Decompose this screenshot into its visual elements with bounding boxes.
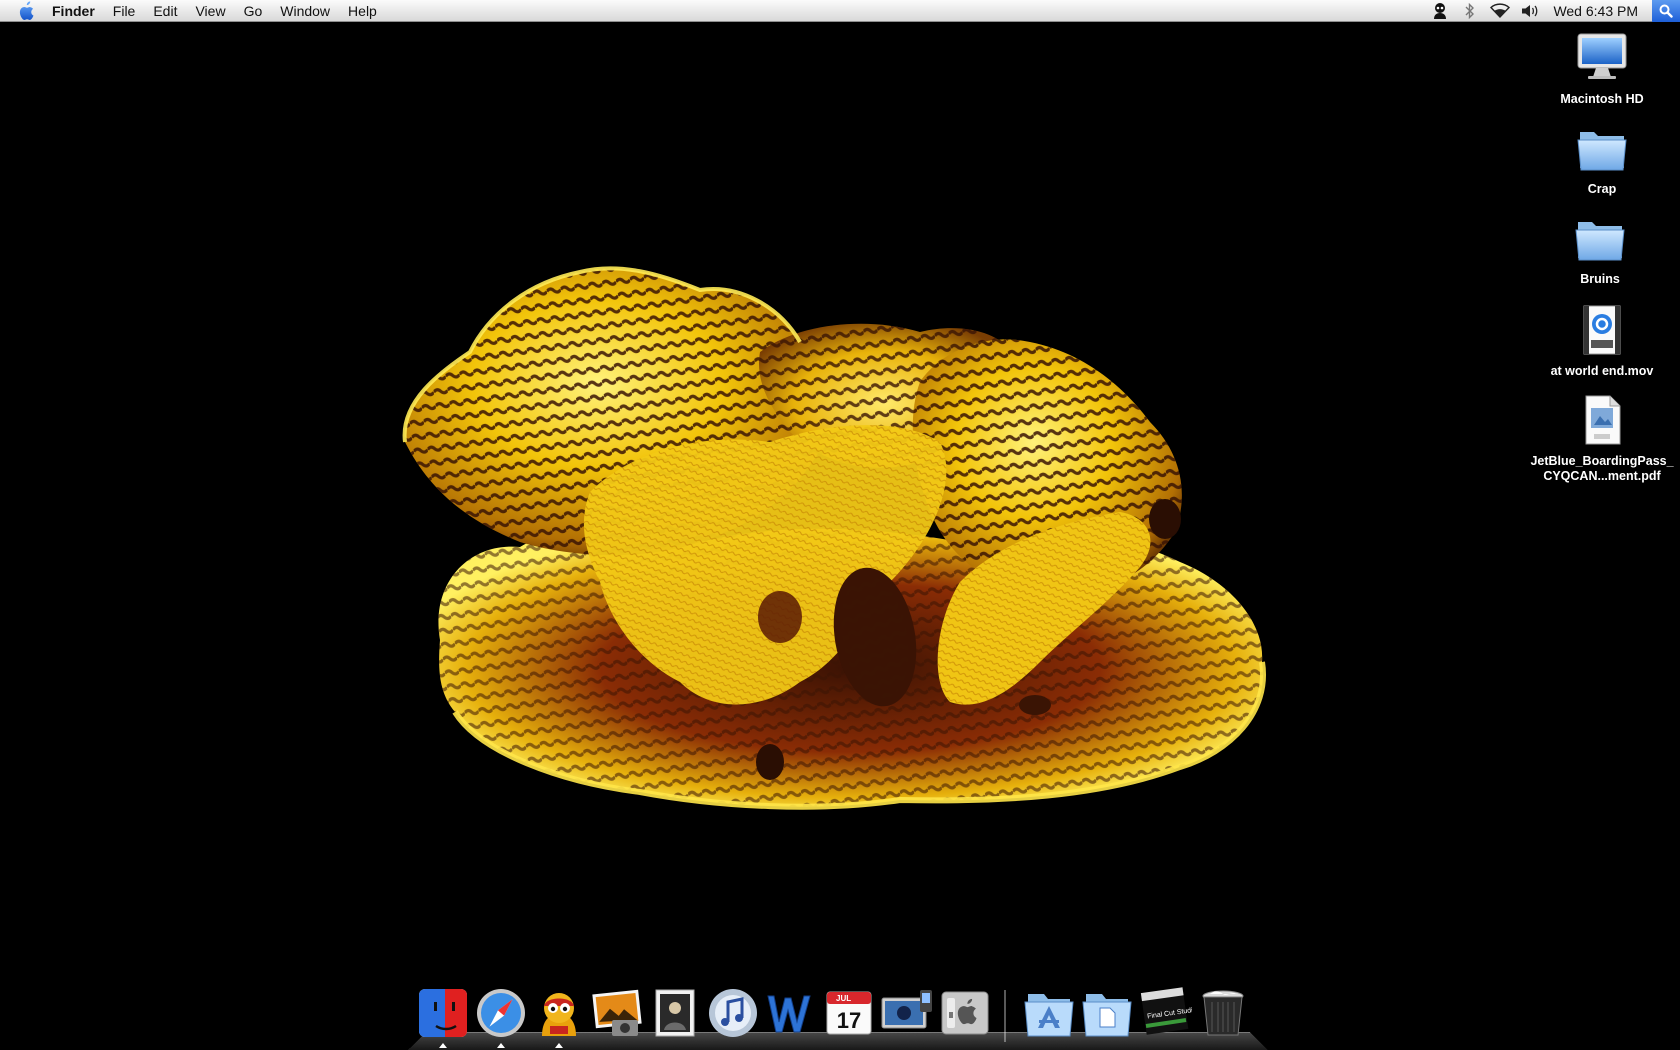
desktop-icon-label: Crap bbox=[1587, 182, 1617, 196]
desktop-icon-jetblue-boarding-pass-pdf[interactable]: JetBlue_BoardingPass_CYQCAN...ment.pdf bbox=[1527, 392, 1677, 484]
menu-finder[interactable]: Finder bbox=[40, 0, 104, 22]
dock-safari[interactable] bbox=[474, 986, 528, 1048]
folder-icon bbox=[1575, 222, 1625, 261]
dock-preview[interactable] bbox=[648, 986, 702, 1040]
word-icon bbox=[767, 995, 811, 1033]
applications-folder-icon bbox=[1024, 994, 1074, 1037]
isync-icon bbox=[881, 990, 932, 1029]
desktop-wallpaper bbox=[402, 266, 1267, 810]
wifi-icon[interactable] bbox=[1485, 0, 1515, 22]
adium-icon bbox=[542, 993, 576, 1036]
desktop-icon-label: JetBlue_BoardingPass_CYQCAN...ment.pdf bbox=[1530, 454, 1674, 483]
menu-clock[interactable]: Wed 6:43 PM bbox=[1545, 0, 1652, 22]
dock-documents-stack[interactable] bbox=[1080, 986, 1134, 1040]
documents-folder-icon bbox=[1082, 994, 1132, 1037]
menu-go[interactable]: Go bbox=[235, 0, 272, 22]
dock-iphoto[interactable] bbox=[590, 986, 644, 1040]
ical-date: 17 bbox=[837, 1008, 861, 1033]
desktop-icon-at-world-end-mov[interactable]: at world end.mov bbox=[1527, 302, 1677, 379]
system-preferences-icon bbox=[941, 991, 989, 1035]
desktop-icon-label: Macintosh HD bbox=[1560, 92, 1644, 106]
desktop-icon-crap[interactable]: Crap bbox=[1527, 120, 1677, 197]
menu-extras: Wed 6:43 PM bbox=[1425, 0, 1680, 22]
bluetooth-icon[interactable] bbox=[1455, 0, 1485, 22]
quicktime-movie-icon bbox=[1583, 305, 1621, 355]
hard-drive-icon bbox=[1577, 33, 1627, 79]
desktop-icon-macintosh-hd[interactable]: Macintosh HD bbox=[1527, 30, 1677, 107]
dock-isync[interactable] bbox=[880, 986, 934, 1040]
menu-view[interactable]: View bbox=[186, 0, 234, 22]
volume-icon[interactable] bbox=[1515, 0, 1545, 22]
running-indicator bbox=[439, 1043, 447, 1048]
desktop-icon-bruins[interactable]: Bruins bbox=[1525, 210, 1675, 287]
dock-system-preferences[interactable] bbox=[938, 986, 992, 1040]
desktop-icon-label: at world end.mov bbox=[1550, 364, 1654, 378]
dock-trash[interactable] bbox=[1196, 986, 1250, 1040]
menu-file[interactable]: File bbox=[104, 0, 145, 22]
dock-separator bbox=[1004, 990, 1006, 1042]
dock-final-cut-studio-stack[interactable]: Final Cut Studio bbox=[1138, 986, 1192, 1040]
dock-finder[interactable] bbox=[416, 986, 470, 1048]
finder-icon bbox=[419, 989, 467, 1037]
dock-ical[interactable]: JUL 17 bbox=[822, 986, 876, 1040]
final-cut-studio-icon: Final Cut Studio bbox=[1140, 987, 1192, 1035]
spotlight-search-icon[interactable] bbox=[1652, 0, 1680, 22]
pdf-document-icon bbox=[1585, 395, 1621, 445]
running-indicator bbox=[555, 1043, 563, 1048]
dock: JUL 17 Final Cut Studio bbox=[408, 978, 1268, 1050]
menu-edit[interactable]: Edit bbox=[144, 0, 186, 22]
desktop-icon-label: Bruins bbox=[1580, 272, 1620, 286]
dock-applications-stack[interactable] bbox=[1022, 986, 1076, 1040]
iphoto-icon bbox=[592, 989, 642, 1036]
menu-bar: Finder File Edit View Go Window Help Wed… bbox=[0, 0, 1680, 22]
ical-month: JUL bbox=[836, 994, 851, 1003]
trash-icon bbox=[1202, 990, 1244, 1036]
preview-icon bbox=[655, 989, 695, 1037]
user-icon[interactable] bbox=[1425, 0, 1455, 22]
safari-icon bbox=[477, 989, 525, 1037]
dock-adium[interactable] bbox=[532, 986, 586, 1048]
dock-word[interactable] bbox=[764, 986, 818, 1040]
ical-icon: JUL 17 bbox=[826, 991, 872, 1035]
menu-help[interactable]: Help bbox=[339, 0, 386, 22]
folder-icon bbox=[1577, 132, 1627, 171]
itunes-icon bbox=[709, 989, 757, 1037]
desktop: Finder File Edit View Go Window Help Wed… bbox=[0, 0, 1680, 1050]
menu-window[interactable]: Window bbox=[271, 0, 339, 22]
running-indicator bbox=[497, 1043, 505, 1048]
dock-itunes[interactable] bbox=[706, 986, 760, 1040]
apple-menu-icon[interactable] bbox=[14, 0, 40, 22]
